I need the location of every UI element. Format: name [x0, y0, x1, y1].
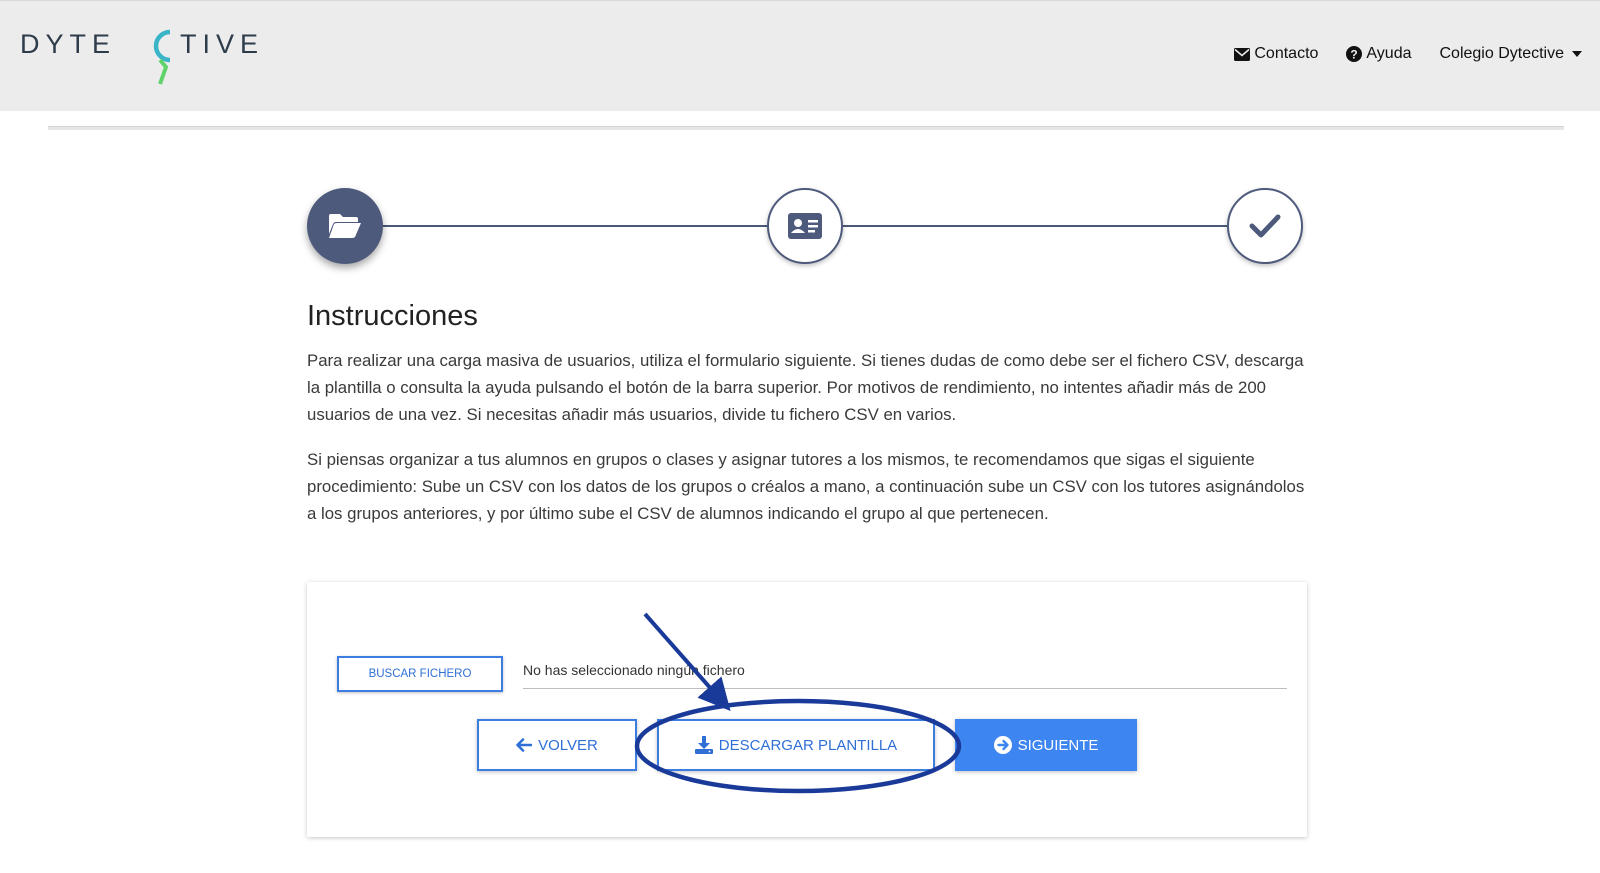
help-link[interactable]: ? Ayuda: [1346, 45, 1412, 63]
step-connector-1: [383, 225, 767, 227]
folder-open-icon: [329, 214, 361, 238]
top-navbar: DYTE TIVE Contacto ? Ayuda Colegio Dytec…: [0, 0, 1600, 111]
check-icon: [1249, 214, 1281, 238]
file-status-field[interactable]: No has seleccionado ningún fichero: [523, 662, 1287, 689]
page-title: Instrucciones: [307, 300, 478, 332]
account-label: Colegio Dytective: [1439, 45, 1565, 62]
arrow-circle-right-icon: [993, 736, 1012, 754]
progress-stepper: [307, 188, 1307, 268]
step-1-upload: [307, 188, 383, 264]
instructions-paragraph-2: Si piensas organizar a tus alumnos en gr…: [307, 450, 1305, 523]
step-connector-2: [843, 225, 1227, 227]
next-label: SIGUIENTE: [1017, 736, 1099, 754]
step-3-confirm: [1227, 188, 1303, 264]
envelope-icon: [1234, 47, 1251, 61]
arrow-left-icon: [516, 738, 533, 752]
download-icon: [694, 736, 713, 754]
svg-text:TIVE: TIVE: [180, 29, 264, 59]
svg-text:?: ?: [1351, 48, 1358, 62]
download-template-button[interactable]: DESCARGAR PLANTILLA: [657, 719, 935, 771]
help-label: Ayuda: [1366, 45, 1412, 62]
account-dropdown[interactable]: Colegio Dytective: [1439, 45, 1582, 63]
browse-file-button[interactable]: BUSCAR FICHERO: [337, 656, 503, 692]
id-card-icon: [788, 213, 822, 239]
upload-card: BUSCAR FICHERO No has seleccionado ningú…: [307, 582, 1307, 837]
instructions-paragraph-1: Para realizar una carga masiva de usuari…: [307, 351, 1304, 424]
back-label: VOLVER: [538, 736, 598, 754]
contact-label: Contacto: [1254, 45, 1319, 62]
step-2-data: [767, 188, 843, 264]
top-nav-menu: Contacto ? Ayuda Colegio Dytective: [1206, 45, 1582, 63]
contact-link[interactable]: Contacto: [1234, 45, 1318, 63]
next-button[interactable]: SIGUIENTE: [955, 719, 1137, 771]
question-circle-icon: ?: [1346, 46, 1363, 62]
svg-text:DYTE: DYTE: [20, 29, 116, 59]
back-button[interactable]: VOLVER: [477, 719, 637, 771]
header-divider: [48, 126, 1564, 130]
download-label: DESCARGAR PLANTILLA: [718, 736, 898, 754]
dytective-logo[interactable]: DYTE TIVE: [20, 29, 270, 95]
caret-down-icon: [1572, 51, 1582, 57]
